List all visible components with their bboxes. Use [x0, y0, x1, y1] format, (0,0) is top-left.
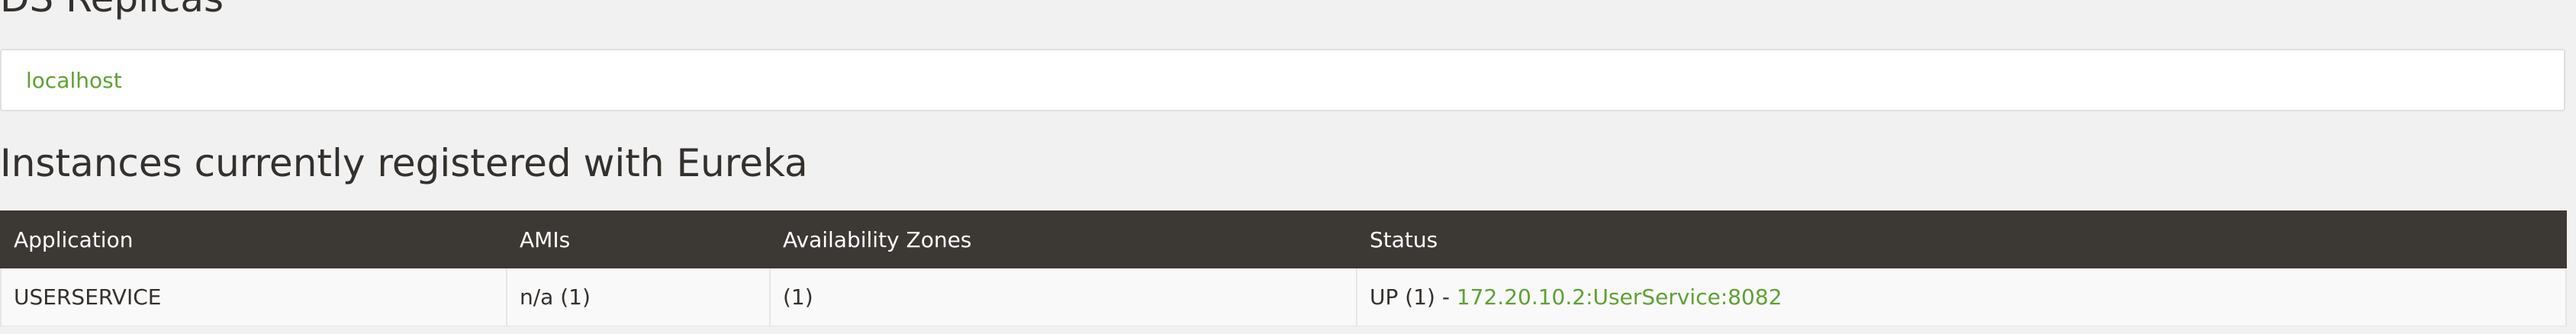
- cell-availability-zones: (1): [769, 268, 1357, 327]
- cell-application: USERSERVICE: [0, 268, 507, 327]
- status-text: UP (1) -: [1370, 284, 1457, 310]
- column-header-amis: AMIs: [506, 210, 771, 268]
- instances-table: Application AMIs Availability Zones Stat…: [0, 210, 2567, 327]
- bottom-strip: [0, 326, 2576, 334]
- ds-replicas-panel: localhost: [0, 49, 2565, 111]
- table-row: USERSERVICE n/a (1) (1) UP (1) - 172.20.…: [0, 268, 2567, 327]
- instance-link[interactable]: 172.20.10.2:UserService:8082: [1457, 284, 1782, 310]
- instances-heading: Instances currently registered with Eure…: [0, 141, 808, 185]
- column-header-availability-zones: Availability Zones: [769, 210, 1357, 268]
- cell-status: UP (1) - 172.20.10.2:UserService:8082: [1356, 268, 2567, 327]
- cell-amis: n/a (1): [506, 268, 771, 327]
- replica-link-localhost[interactable]: localhost: [26, 67, 122, 95]
- column-header-application: Application: [0, 210, 507, 268]
- column-header-status: Status: [1356, 210, 2567, 268]
- ds-replicas-heading: DS Replicas: [0, 0, 224, 21]
- table-header-row: Application AMIs Availability Zones Stat…: [0, 210, 2567, 268]
